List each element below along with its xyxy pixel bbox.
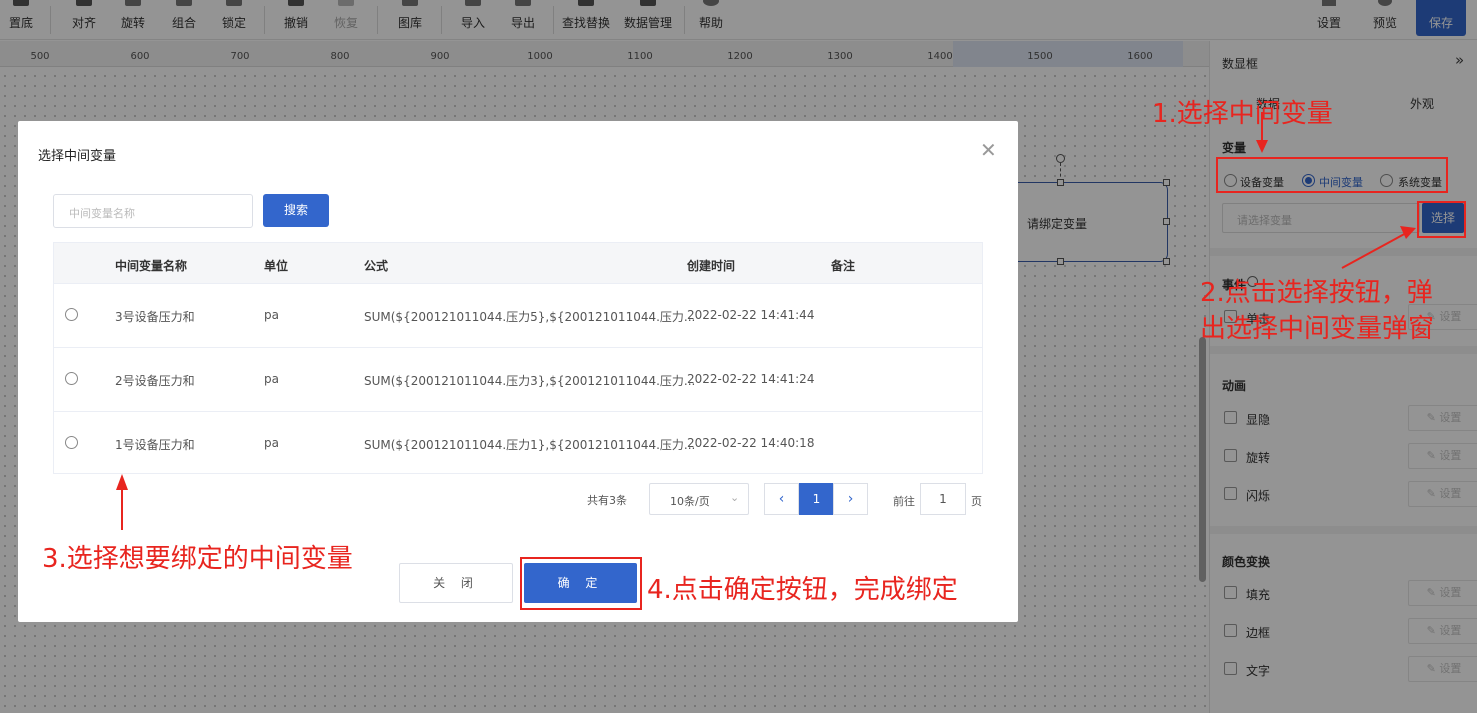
- goto-label: 前往: [893, 495, 915, 508]
- annotation-step1: 1.选择中间变量: [1152, 99, 1333, 129]
- search-placeholder: 中间变量名称: [69, 207, 135, 220]
- close-button[interactable]: 关 闭: [399, 563, 513, 603]
- close-icon[interactable]: ✕: [980, 138, 997, 162]
- table-row[interactable]: 1号设备压力和 pa SUM(${200121011044.压力1},${200…: [54, 411, 982, 475]
- chevron-right-icon: ›: [847, 491, 854, 507]
- column-header: 创建时间: [687, 259, 736, 273]
- table-header: 中间变量名称 单位 公式 创建时间 备注: [54, 243, 982, 283]
- annotation-step3: 3.选择想要绑定的中间变量: [42, 544, 353, 574]
- row-radio[interactable]: [65, 308, 78, 321]
- cell-created-time: 2022-02-22 14:41:44: [687, 308, 815, 322]
- cell-unit: pa: [264, 308, 279, 322]
- cell-formula: SUM(${200121011044.压力3},${200121011044.压…: [364, 374, 696, 388]
- next-page-button[interactable]: ›: [833, 483, 868, 515]
- cell-created-time: 2022-02-22 14:40:18: [687, 436, 815, 450]
- annotation-box-confirm: [520, 557, 642, 610]
- cell-formula: SUM(${200121011044.压力5},${200121011044.压…: [364, 310, 696, 324]
- annotation-step2-line1: 2.点击选择按钮，弹: [1200, 278, 1433, 308]
- search-button[interactable]: 搜索: [263, 194, 329, 227]
- variable-table: 中间变量名称 单位 公式 创建时间 备注 3号设备压力和 pa SUM(${20…: [53, 242, 983, 474]
- goto-page-input[interactable]: 1: [920, 483, 966, 515]
- cell-name: 2号设备压力和: [115, 374, 195, 388]
- pagination-total: 共有3条: [587, 494, 627, 507]
- page-number-current[interactable]: 1: [799, 483, 834, 515]
- prev-page-button[interactable]: ‹: [764, 483, 799, 515]
- cell-formula: SUM(${200121011044.压力1},${200121011044.压…: [364, 438, 696, 452]
- page-suffix: 页: [971, 495, 982, 508]
- dialog-title: 选择中间变量: [38, 149, 117, 164]
- column-header: 中间变量名称: [115, 259, 188, 273]
- cell-unit: pa: [264, 436, 279, 450]
- page-size-select[interactable]: 10条/页 ⌄: [649, 483, 749, 515]
- column-header: 公式: [364, 259, 389, 273]
- annotation-step2-line2: 出选择中间变量弹窗: [1200, 314, 1435, 344]
- search-input[interactable]: 中间变量名称: [53, 194, 253, 228]
- cell-name: 1号设备压力和: [115, 438, 195, 452]
- annotation-box-choose: [1417, 201, 1466, 238]
- row-radio[interactable]: [65, 436, 78, 449]
- cell-created-time: 2022-02-22 14:41:24: [687, 372, 815, 386]
- annotation-box-radio: [1216, 157, 1448, 193]
- annotation-step4: 4.点击确定按钮，完成绑定: [647, 575, 958, 605]
- cell-name: 3号设备压力和: [115, 310, 195, 324]
- column-header: 单位: [264, 259, 289, 273]
- row-radio[interactable]: [65, 372, 78, 385]
- column-header: 备注: [831, 259, 856, 273]
- page-size-value: 10条/页: [670, 495, 710, 508]
- chevron-down-icon: ⌄: [730, 491, 740, 504]
- cell-unit: pa: [264, 372, 279, 386]
- table-row[interactable]: 3号设备压力和 pa SUM(${200121011044.压力5},${200…: [54, 283, 982, 347]
- chevron-left-icon: ‹: [778, 491, 785, 507]
- table-row[interactable]: 2号设备压力和 pa SUM(${200121011044.压力3},${200…: [54, 347, 982, 411]
